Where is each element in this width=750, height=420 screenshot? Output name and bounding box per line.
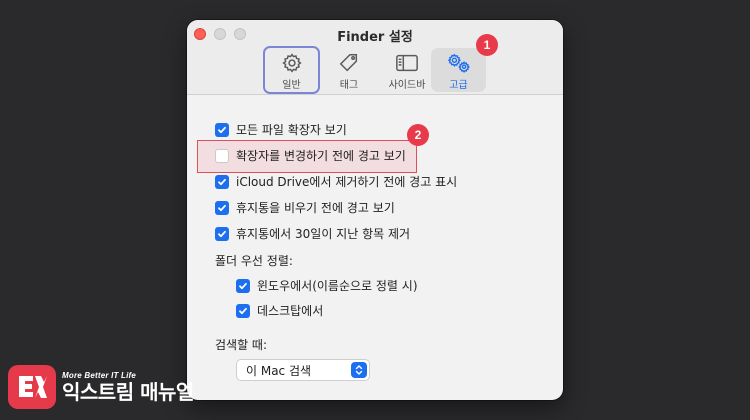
site-logo: More Better IT Life 익스트림 매뉴얼 [8, 363, 194, 411]
tag-icon [338, 52, 360, 74]
checkbox-checked[interactable] [236, 278, 250, 293]
checkbox-checked[interactable] [215, 226, 229, 241]
option-label: 휴지통을 비우기 전에 경고 보기 [236, 201, 395, 215]
chevron-up-down-icon [351, 362, 367, 378]
tab-label: 사이드바 [388, 80, 426, 91]
sidebar-icon [395, 52, 419, 74]
option-label: iCloud Drive에서 제거하기 전에 경고 표시 [236, 175, 458, 189]
logo-name: 익스트림 매뉴얼 [62, 379, 194, 404]
advanced-pane: 2 모든 파일 확장자 보기 확장자를 변경하기 전에 경고 보기 iCloud… [187, 95, 563, 400]
logo-text: More Better IT Life 익스트림 매뉴얼 [62, 371, 194, 404]
tab-label: 태그 [339, 80, 359, 91]
tab-label: 고급 [449, 80, 468, 91]
logo-mark-icon [8, 365, 56, 409]
folders-first-heading: 폴더 우선 정렬: [215, 254, 293, 268]
search-heading: 검색할 때: [215, 338, 268, 352]
tab-sidebar[interactable]: 사이드바 [377, 48, 437, 92]
gear-icon [281, 52, 303, 74]
option-folders-first-windows[interactable]: 윈도우에서(이름순으로 정렬 시) [236, 277, 418, 294]
option-remove-trash-after-30-days[interactable]: 휴지통에서 30일이 지난 항목 제거 [215, 225, 410, 242]
option-warn-before-empty-trash[interactable]: 휴지통을 비우기 전에 경고 보기 [215, 199, 395, 216]
annotation-badge-2: 2 [407, 124, 429, 146]
checkbox-checked[interactable] [236, 303, 250, 318]
search-scope-value: 이 Mac 검색 [246, 363, 312, 378]
checkbox-unchecked[interactable] [215, 148, 229, 163]
checkbox-checked[interactable] [215, 174, 229, 189]
toolbar: Finder 설정 일반 태그 사이드바 고급 1 [187, 20, 563, 95]
tab-general[interactable]: 일반 [263, 46, 320, 94]
gears-icon [446, 52, 472, 74]
search-scope-popup[interactable]: 이 Mac 검색 [236, 359, 370, 381]
option-warn-before-icloud-remove[interactable]: iCloud Drive에서 제거하기 전에 경고 표시 [215, 173, 457, 190]
option-label: 데스크탑에서 [257, 304, 324, 318]
window-title: Finder 설정 [337, 30, 413, 45]
option-label: 확장자를 변경하기 전에 경고 보기 [236, 149, 406, 163]
tab-tags[interactable]: 태그 [321, 48, 377, 92]
option-label: 휴지통에서 30일이 지난 항목 제거 [236, 227, 411, 241]
checkbox-checked[interactable] [215, 200, 229, 215]
option-label: 윈도우에서(이름순으로 정렬 시) [257, 279, 418, 293]
tab-advanced[interactable]: 고급 [431, 48, 486, 92]
logo-tagline: More Better IT Life [62, 370, 137, 380]
checkbox-checked[interactable] [215, 122, 229, 137]
option-label: 모든 파일 확장자 보기 [236, 123, 347, 137]
option-folders-first-desktop[interactable]: 데스크탑에서 [236, 302, 323, 319]
option-show-extensions[interactable]: 모든 파일 확장자 보기 [215, 121, 347, 138]
option-warn-before-changing-extension[interactable]: 확장자를 변경하기 전에 경고 보기 [215, 147, 406, 164]
tab-label: 일반 [282, 80, 301, 91]
finder-settings-window: Finder 설정 일반 태그 사이드바 고급 1 2 모든 파일 확장자 보기… [187, 20, 563, 400]
annotation-badge-1: 1 [476, 34, 498, 56]
